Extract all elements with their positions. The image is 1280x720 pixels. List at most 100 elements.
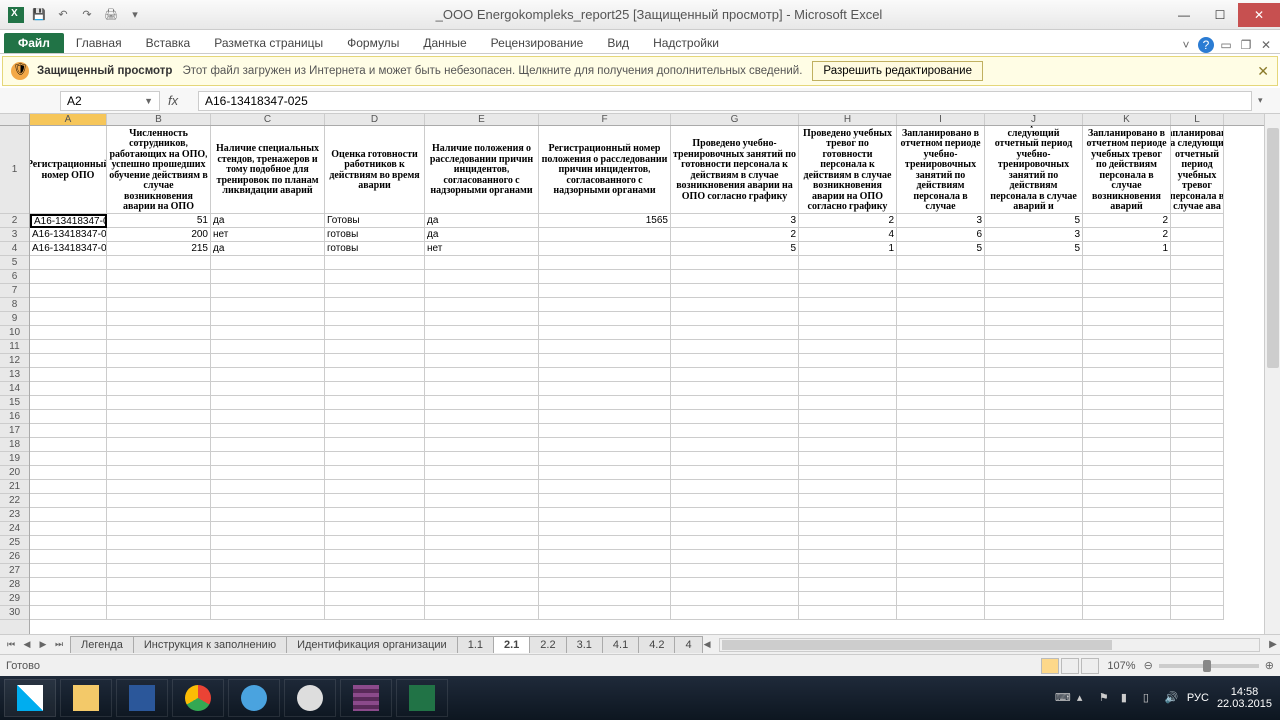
header-cell[interactable]: Регистрационный номер положения о рассле… <box>539 126 671 214</box>
sheet-tab[interactable]: Легенда <box>70 636 134 653</box>
cell[interactable] <box>425 326 539 340</box>
cell[interactable] <box>107 340 211 354</box>
cell[interactable] <box>671 578 799 592</box>
cell[interactable] <box>539 606 671 620</box>
cell[interactable] <box>539 550 671 564</box>
cell[interactable] <box>539 368 671 382</box>
cell[interactable] <box>211 466 325 480</box>
cell[interactable] <box>211 578 325 592</box>
cell[interactable] <box>539 270 671 284</box>
cell[interactable] <box>1171 452 1224 466</box>
sheet-tab[interactable]: Инструкция к заполнению <box>133 636 287 653</box>
taskbar-explorer[interactable] <box>60 679 112 717</box>
excel-icon[interactable] <box>8 7 24 23</box>
cell[interactable] <box>799 578 897 592</box>
cell[interactable] <box>897 270 985 284</box>
cell[interactable] <box>897 382 985 396</box>
cell[interactable] <box>539 438 671 452</box>
cell[interactable] <box>107 578 211 592</box>
column-header-H[interactable]: H <box>799 114 897 125</box>
taskbar-media[interactable] <box>228 679 280 717</box>
cell[interactable] <box>211 396 325 410</box>
cell[interactable] <box>539 494 671 508</box>
cell[interactable] <box>107 298 211 312</box>
cell[interactable] <box>799 340 897 354</box>
cell[interactable] <box>671 396 799 410</box>
cell[interactable] <box>1083 536 1171 550</box>
cell[interactable] <box>30 424 107 438</box>
header-cell[interactable]: Наличие положения о расследовании причин… <box>425 126 539 214</box>
cell[interactable] <box>325 340 425 354</box>
cell[interactable] <box>1171 550 1224 564</box>
cell[interactable] <box>425 522 539 536</box>
cell[interactable] <box>30 284 107 298</box>
cell[interactable] <box>107 256 211 270</box>
horizontal-scrollbar[interactable] <box>719 638 1260 652</box>
cell[interactable] <box>985 298 1083 312</box>
view-page-break-button[interactable] <box>1081 658 1099 674</box>
cell[interactable] <box>897 396 985 410</box>
taskbar-chrome[interactable] <box>172 679 224 717</box>
cell[interactable] <box>799 480 897 494</box>
cell[interactable] <box>799 466 897 480</box>
cell[interactable] <box>30 312 107 326</box>
tab-insert[interactable]: Вставка <box>134 33 203 53</box>
cell[interactable] <box>799 312 897 326</box>
undo-icon[interactable]: ↶ <box>54 6 72 24</box>
cell[interactable] <box>30 298 107 312</box>
tab-home[interactable]: Главная <box>64 33 134 53</box>
cell[interactable] <box>325 592 425 606</box>
cell[interactable] <box>1083 452 1171 466</box>
cell[interactable] <box>897 564 985 578</box>
cell[interactable] <box>107 312 211 326</box>
cell[interactable] <box>425 578 539 592</box>
cell[interactable] <box>985 592 1083 606</box>
cell[interactable] <box>325 466 425 480</box>
cell[interactable] <box>30 564 107 578</box>
cell[interactable] <box>211 368 325 382</box>
cell[interactable]: 5 <box>671 242 799 256</box>
cell[interactable] <box>539 424 671 438</box>
cell[interactable] <box>211 326 325 340</box>
cell[interactable] <box>1083 564 1171 578</box>
column-header-E[interactable]: E <box>425 114 539 125</box>
battery-icon[interactable]: ▯ <box>1143 691 1157 705</box>
column-header-C[interactable]: C <box>211 114 325 125</box>
formula-input[interactable]: A16-13418347-025 <box>198 91 1252 111</box>
column-header-I[interactable]: I <box>897 114 985 125</box>
enable-editing-button[interactable]: Разрешить редактирование <box>812 61 983 81</box>
cell[interactable] <box>1083 312 1171 326</box>
cell[interactable] <box>325 522 425 536</box>
cell[interactable] <box>211 382 325 396</box>
cell[interactable] <box>897 326 985 340</box>
cell[interactable] <box>30 438 107 452</box>
cell[interactable] <box>30 508 107 522</box>
cell[interactable] <box>985 270 1083 284</box>
cell[interactable] <box>30 382 107 396</box>
cell[interactable] <box>985 494 1083 508</box>
cell[interactable] <box>211 480 325 494</box>
cell[interactable] <box>799 592 897 606</box>
cell[interactable] <box>671 270 799 284</box>
cell[interactable] <box>425 466 539 480</box>
tab-page-layout[interactable]: Разметка страницы <box>202 33 335 53</box>
cell[interactable] <box>1083 382 1171 396</box>
cell[interactable] <box>425 564 539 578</box>
header-cell[interactable]: Запланировано на следующий отчетный пери… <box>985 126 1083 214</box>
column-header-D[interactable]: D <box>325 114 425 125</box>
select-all-corner[interactable] <box>0 114 29 126</box>
cell[interactable] <box>1171 270 1224 284</box>
cell[interactable] <box>107 284 211 298</box>
cell[interactable] <box>325 424 425 438</box>
cell[interactable] <box>1083 550 1171 564</box>
cell[interactable] <box>325 494 425 508</box>
cell[interactable] <box>539 256 671 270</box>
cell[interactable] <box>671 480 799 494</box>
cell[interactable] <box>325 354 425 368</box>
cell[interactable] <box>985 284 1083 298</box>
cell[interactable]: 1 <box>1083 242 1171 256</box>
cell[interactable] <box>671 452 799 466</box>
cell[interactable]: нет <box>425 242 539 256</box>
cell[interactable] <box>107 564 211 578</box>
cell[interactable] <box>425 354 539 368</box>
